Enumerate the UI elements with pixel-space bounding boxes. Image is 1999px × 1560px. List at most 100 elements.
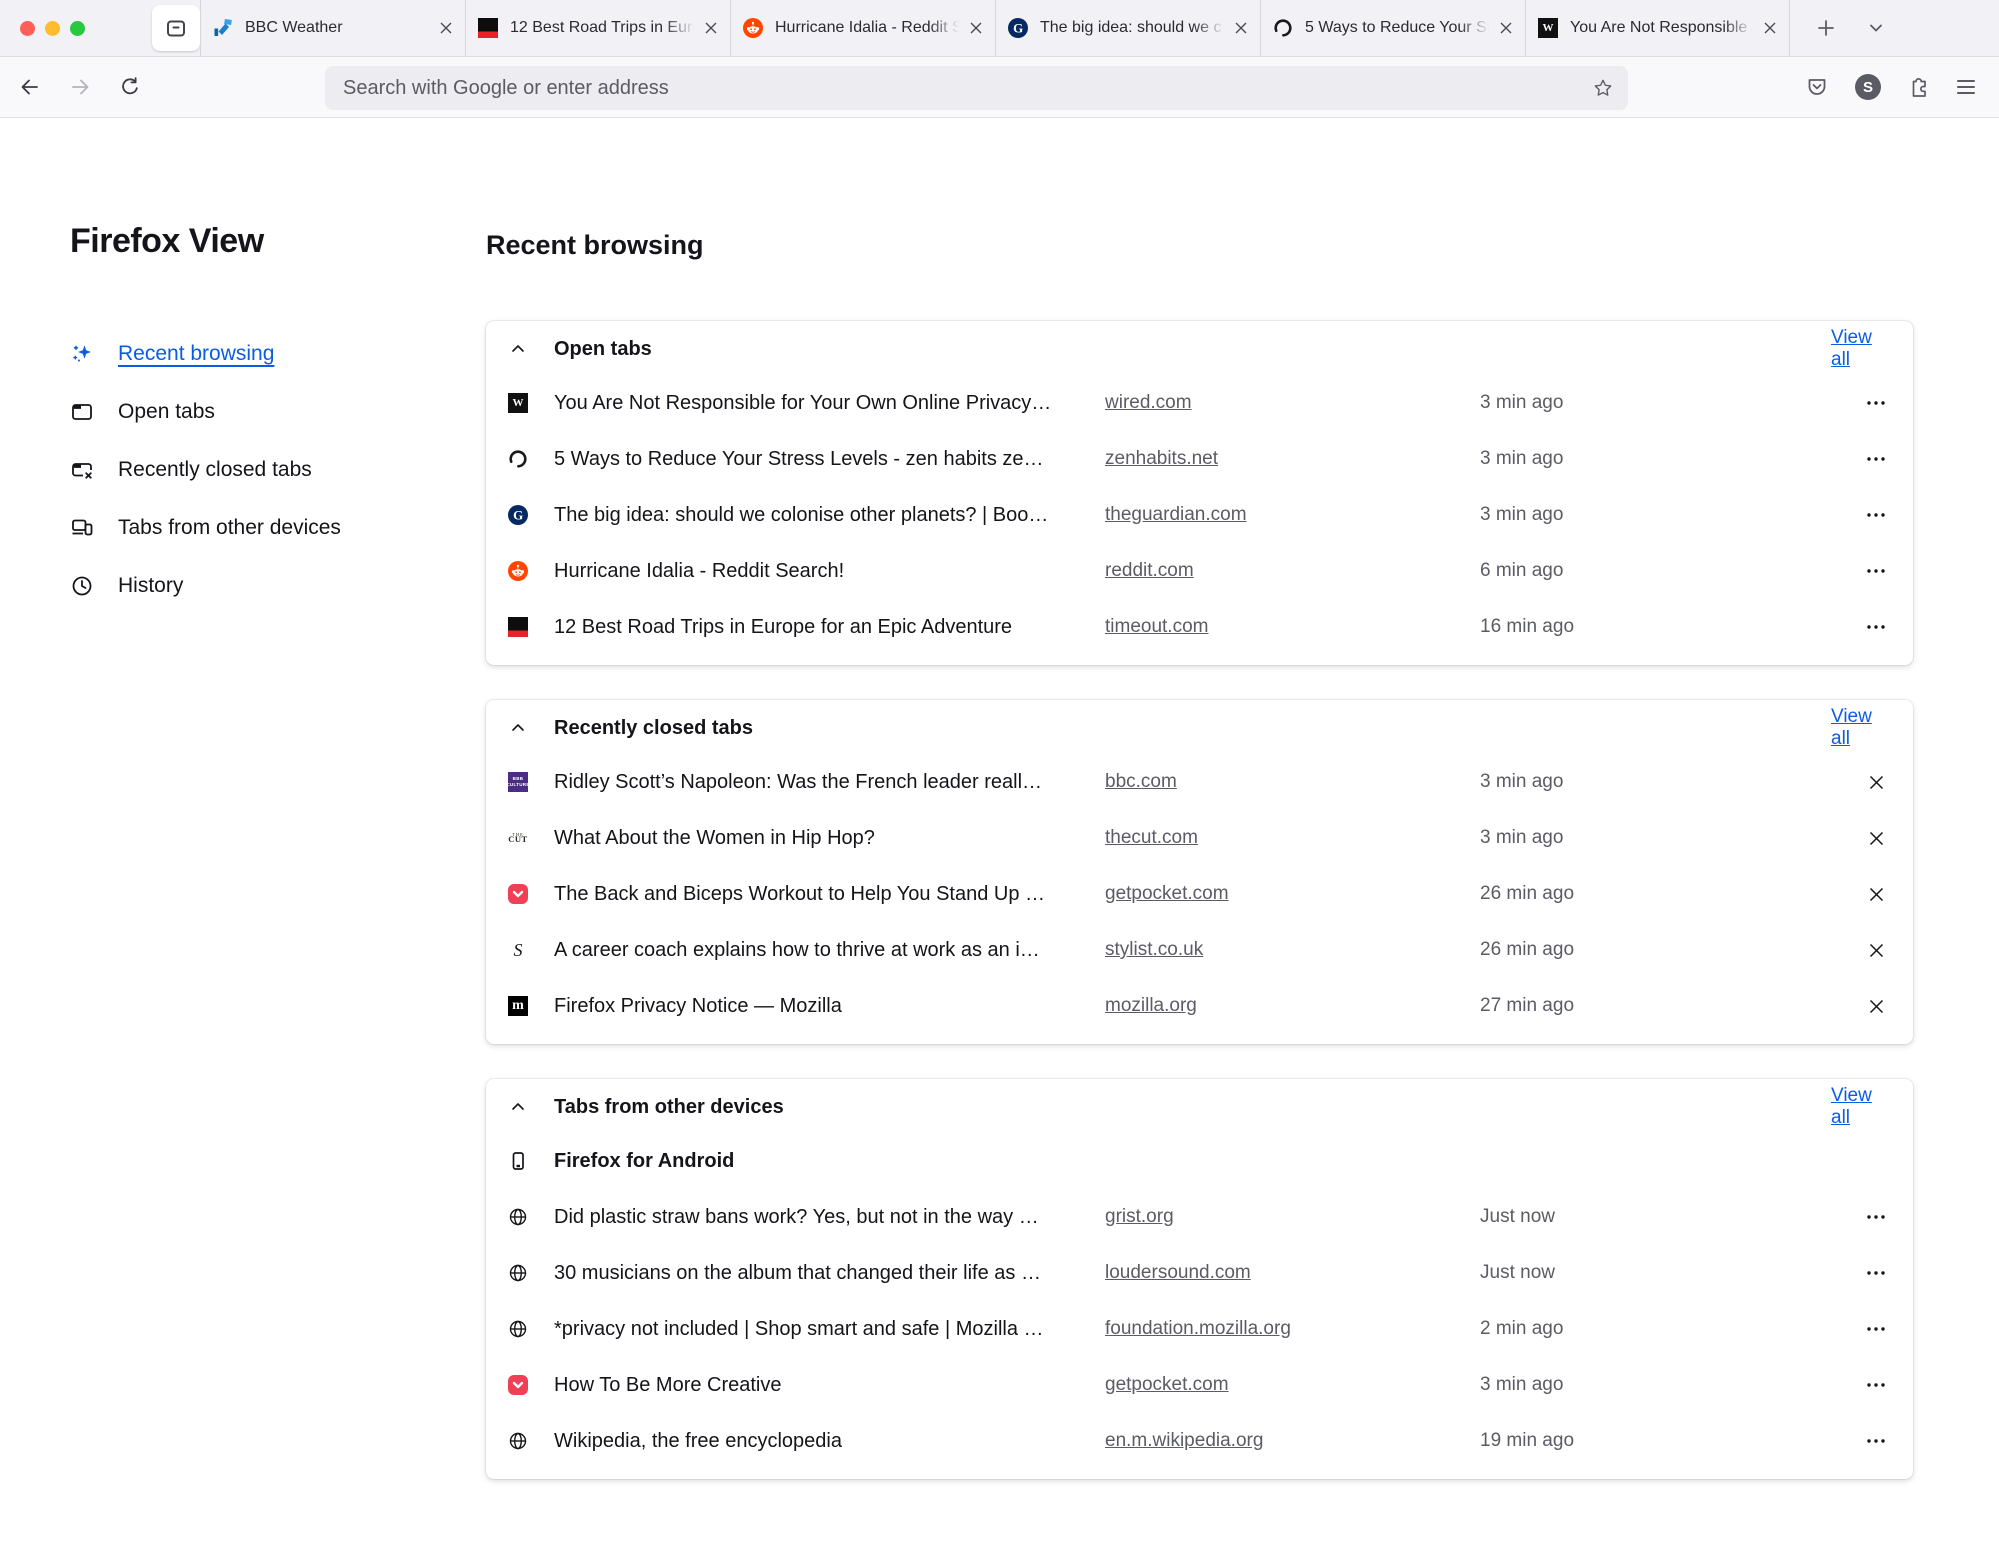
browser-tab[interactable]: 5 Ways to Reduce Your St — [1260, 0, 1525, 56]
tab-close-icon[interactable] — [1497, 19, 1515, 37]
tab-row[interactable]: 12 Best Road Trips in Europe for an Epic… — [508, 599, 1891, 655]
row-time: 26 min ago — [1480, 939, 1575, 960]
row-title: *privacy not included | Shop smart and s… — [554, 1317, 1044, 1340]
row-url-link[interactable]: mozilla.org — [1105, 995, 1197, 1017]
url-bar[interactable] — [325, 66, 1628, 110]
view-all-link[interactable]: View all — [1831, 327, 1891, 371]
tab-row[interactable]: *privacy not included | Shop smart and s… — [508, 1301, 1891, 1357]
row-dismiss-button[interactable] — [1862, 824, 1891, 853]
tab-close-icon[interactable] — [967, 19, 985, 37]
collapse-chevron-icon[interactable] — [508, 1097, 528, 1117]
view-all-link[interactable]: View all — [1831, 706, 1891, 750]
row-url-link[interactable]: en.m.wikipedia.org — [1105, 1430, 1263, 1452]
row-dismiss-button[interactable] — [1862, 880, 1891, 909]
row-menu-button[interactable] — [1861, 507, 1891, 523]
ellipsis-icon — [1867, 401, 1885, 405]
reload-button[interactable] — [116, 73, 144, 101]
collapse-chevron-icon[interactable] — [508, 339, 528, 359]
card-header: Open tabs View all — [508, 323, 1891, 375]
app-menu-button[interactable] — [1955, 78, 1977, 97]
ellipsis-icon — [1867, 457, 1885, 461]
tab-close-icon[interactable] — [702, 19, 720, 37]
row-url-link[interactable]: timeout.com — [1105, 616, 1208, 638]
row-menu-button[interactable] — [1861, 619, 1891, 635]
row-menu-button[interactable] — [1861, 451, 1891, 467]
row-menu-button[interactable] — [1861, 563, 1891, 579]
tab-row[interactable]: THE CUT What About the Women in Hip Hop? … — [508, 810, 1891, 866]
browser-tab[interactable]: W You Are Not Responsible f — [1525, 0, 1790, 56]
row-menu-button[interactable] — [1861, 1265, 1891, 1281]
ellipsis-icon — [1867, 625, 1885, 629]
zoom-window-button[interactable] — [70, 20, 85, 36]
tab-row[interactable]: BBBCULTURE Ridley Scott’s Napoleon: Was … — [508, 754, 1891, 810]
row-url-link[interactable]: grist.org — [1105, 1206, 1174, 1228]
bbc-culture-icon: BBBCULTURE — [508, 772, 528, 792]
row-url-link[interactable]: loudersound.com — [1105, 1262, 1251, 1284]
row-menu-button[interactable] — [1861, 1321, 1891, 1337]
row-url-link[interactable]: theguardian.com — [1105, 504, 1247, 526]
sidebar-item-recently-closed[interactable]: Recently closed tabs — [70, 441, 430, 499]
forward-button[interactable] — [66, 73, 94, 101]
timeout-icon — [508, 617, 528, 637]
browser-tab[interactable]: G The big idea: should we c — [995, 0, 1260, 56]
collapse-chevron-icon[interactable] — [508, 718, 528, 738]
tab-row[interactable]: m Firefox Privacy Notice — Mozilla mozil… — [508, 978, 1891, 1034]
row-url-link[interactable]: bbc.com — [1105, 771, 1177, 793]
row-menu-button[interactable] — [1861, 395, 1891, 411]
minimize-window-button[interactable] — [45, 20, 60, 36]
tab-row[interactable]: How To Be More Creative getpocket.com 3 … — [508, 1357, 1891, 1413]
row-url-link[interactable]: stylist.co.uk — [1105, 939, 1203, 961]
sidebar-item-recent-browsing[interactable]: Recent browsing — [70, 325, 430, 383]
s-extension-button[interactable]: S — [1853, 72, 1883, 102]
firefox-view-button[interactable] — [152, 5, 200, 51]
open-tabs-card: Open tabs View all W You Are Not Respons… — [486, 321, 1913, 665]
browser-tab[interactable]: Hurricane Idalia - Reddit S — [730, 0, 995, 56]
extensions-button[interactable] — [1905, 73, 1933, 101]
tab-row[interactable]: 5 Ways to Reduce Your Stress Levels - ze… — [508, 431, 1891, 487]
tab-row[interactable]: Did plastic straw bans work? Yes, but no… — [508, 1189, 1891, 1245]
tab-title: 5 Ways to Reduce Your St — [1305, 19, 1492, 36]
row-dismiss-button[interactable] — [1862, 936, 1891, 965]
list-all-tabs-button[interactable] — [1862, 14, 1890, 42]
sidebar: Firefox View Recent browsing Open tabs R… — [70, 118, 430, 615]
sidebar-item-history[interactable]: History — [70, 557, 430, 615]
ellipsis-icon — [1867, 1327, 1885, 1331]
bookmark-star-icon[interactable] — [1590, 75, 1616, 101]
tab-row[interactable]: Wikipedia, the free encyclopedia en.m.wi… — [508, 1413, 1891, 1469]
row-dismiss-button[interactable] — [1862, 768, 1891, 797]
firefox-view-page: Firefox View Recent browsing Open tabs R… — [0, 118, 1999, 1560]
row-dismiss-button[interactable] — [1862, 992, 1891, 1021]
browser-tab[interactable]: BBC Weather — [200, 0, 465, 56]
row-url-link[interactable]: foundation.mozilla.org — [1105, 1318, 1291, 1340]
close-window-button[interactable] — [20, 20, 35, 36]
row-menu-button[interactable] — [1861, 1209, 1891, 1225]
view-all-link[interactable]: View all — [1831, 1085, 1891, 1129]
url-input[interactable] — [341, 75, 1590, 101]
row-url-link[interactable]: getpocket.com — [1105, 883, 1229, 905]
row-menu-button[interactable] — [1861, 1377, 1891, 1393]
tab-close-icon[interactable] — [1232, 19, 1250, 37]
tab-row[interactable]: G The big idea: should we colonise other… — [508, 487, 1891, 543]
tab-close-icon[interactable] — [437, 19, 455, 37]
row-url-link[interactable]: wired.com — [1105, 392, 1192, 414]
row-menu-button[interactable] — [1861, 1433, 1891, 1449]
tab-row[interactable]: 30 musicians on the album that changed t… — [508, 1245, 1891, 1301]
browser-tab[interactable]: 12 Best Road Trips in Euro — [465, 0, 730, 56]
ellipsis-icon — [1867, 569, 1885, 573]
pocket-toolbar-button[interactable] — [1803, 73, 1831, 101]
row-url-link[interactable]: getpocket.com — [1105, 1374, 1229, 1396]
tab-row[interactable]: S A career coach explains how to thrive … — [508, 922, 1891, 978]
new-tab-button[interactable] — [1812, 14, 1840, 42]
tab-row[interactable]: Hurricane Idalia - Reddit Search! reddit… — [508, 543, 1891, 599]
tab-close-icon[interactable] — [1761, 19, 1779, 37]
sidebar-item-tabs-other-devices[interactable]: Tabs from other devices — [70, 499, 430, 557]
row-url-link[interactable]: zenhabits.net — [1105, 448, 1218, 470]
row-url-link[interactable]: thecut.com — [1105, 827, 1198, 849]
row-url-link[interactable]: reddit.com — [1105, 560, 1194, 582]
tab-row[interactable]: W You Are Not Responsible for Your Own O… — [508, 375, 1891, 431]
back-button[interactable] — [16, 73, 44, 101]
close-icon — [1868, 886, 1885, 903]
sidebar-item-open-tabs[interactable]: Open tabs — [70, 383, 430, 441]
tab-row[interactable]: The Back and Biceps Workout to Help You … — [508, 866, 1891, 922]
row-time: 2 min ago — [1480, 1318, 1564, 1339]
